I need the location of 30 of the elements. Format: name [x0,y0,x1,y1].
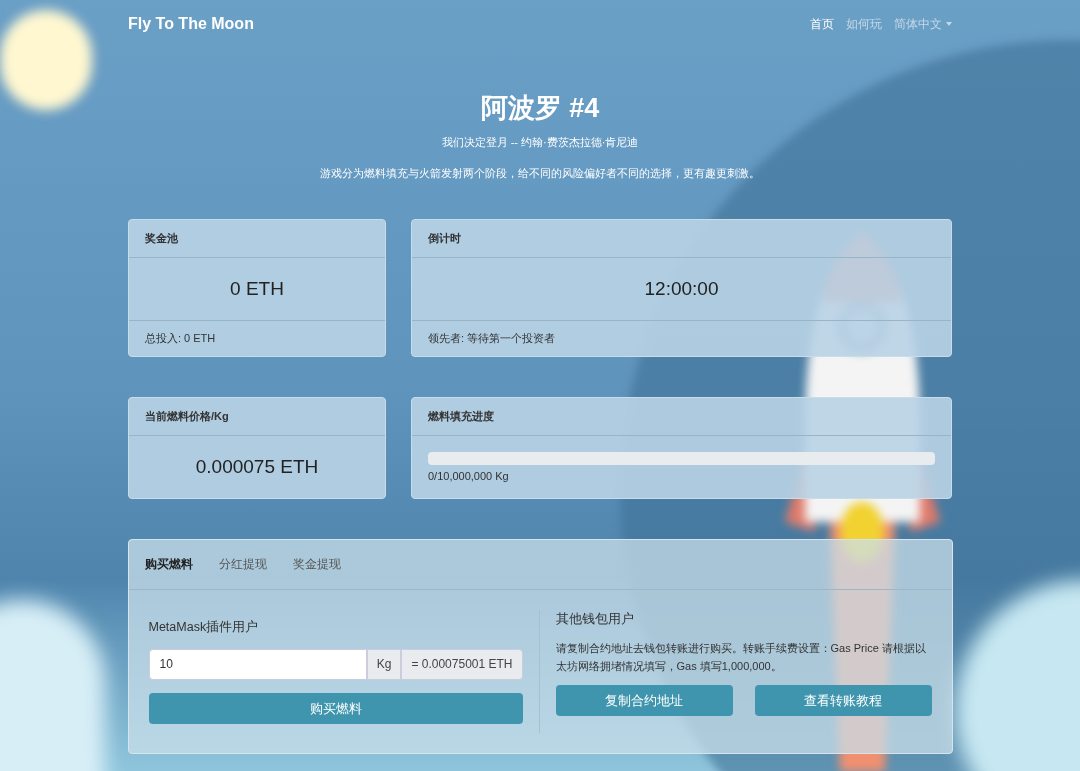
section-title: MetaMask插件用户 [148,619,260,636]
card-value: 0.000075 ETH [194,454,320,479]
tab[interactable]: 分红提现 [218,555,267,574]
card-value: 12:00:00 [643,276,720,301]
buy-fuel-button[interactable]: 购买燃料 [148,692,523,724]
section-title: 其他钱包用户 [555,611,635,628]
brand-logo[interactable]: Fly To The Moon [128,12,254,36]
nav-link[interactable]: 如何玩 [846,15,882,33]
card-header: 燃料填充进度 [412,398,951,436]
tab[interactable]: 奖金提现 [292,555,341,574]
quote-text: 我们决定登月 -- 约翰·费茨杰拉德·肯尼迪 [441,135,639,150]
copy-address-button[interactable]: 复制合约地址 [555,684,733,716]
eth-equivalent-addon: = 0.00075001 ETH [401,648,523,680]
amount-input[interactable]: 10 [148,648,367,680]
card-value: 0 ETH [229,276,285,301]
description-text: 游戏分为燃料填充与火箭发射两个阶段，给不同的风险偏好者不同的选择，更有趣更刺激。 [320,165,760,181]
card-header: 奖金池 [129,220,385,258]
caret-icon [946,22,952,26]
tab[interactable]: 购买燃料 [144,555,193,574]
language-dropdown[interactable]: 简体中文 [894,15,952,33]
card-header: 倒计时 [412,220,951,258]
card-header: 当前燃料价格/Kg [129,398,385,436]
progress-caption: 0/10,000,000 Kg [428,469,510,484]
nav-link[interactable]: 首页 [810,15,834,33]
page-title: 阿波罗 #4 [480,92,600,125]
card-footer: 总投入: 0 ETH [129,320,385,356]
instructions-text: 请复制合约地址去钱包转账进行购买。转账手续费设置：Gas Price 请根据以太坊网络拥堵情况填写，Gas 填写1,000,000。 [555,640,927,674]
tutorial-button[interactable]: 查看转账教程 [754,684,932,716]
card-footer: 领先者: 等待第一个投资者 [412,320,951,356]
unit-addon: Kg [366,648,402,680]
